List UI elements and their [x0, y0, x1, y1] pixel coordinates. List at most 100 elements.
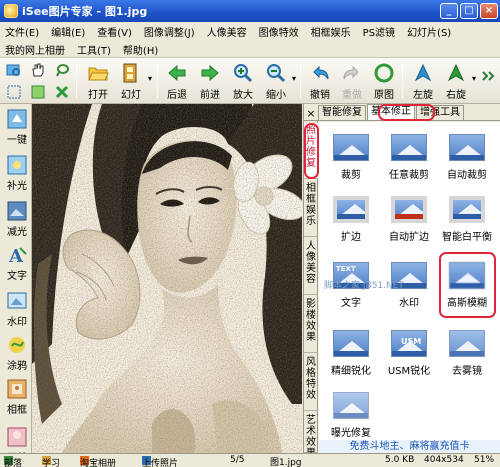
tool-exposure[interactable]: 曝光修复: [323, 392, 379, 439]
menu-tools[interactable]: 工具(T): [77, 42, 111, 57]
open-label: 打开: [88, 90, 108, 101]
rotate-right-button[interactable]: 右旋: [440, 60, 472, 102]
menu-file[interactable]: 文件(E): [5, 24, 39, 39]
menu-slideshow[interactable]: 幻灯片(S): [407, 24, 451, 39]
maximize-button[interactable]: □: [460, 3, 478, 19]
original-button[interactable]: 原图: [368, 60, 400, 102]
promo-link[interactable]: 免费斗地主、麻将赢充值卡: [319, 440, 500, 453]
menu-help[interactable]: 帮助(H): [123, 42, 158, 57]
active-tab-highlight: [378, 104, 435, 121]
tool-watermark-label: 水印: [7, 317, 27, 328]
zoom-in-button[interactable]: 放大: [227, 60, 259, 102]
delete-icon[interactable]: [54, 84, 70, 100]
tool-fine-sharpen[interactable]: 精细锐化: [323, 330, 379, 377]
expand-border-thumb-icon: [333, 196, 369, 223]
rotate-left-label: 左旋: [413, 90, 433, 101]
menu-image-adjust[interactable]: 图像调整(J): [144, 24, 195, 39]
app-window: iSee图片专家 - 图1.jpg _ □ × 文件(E) 编辑(E) 查看(V…: [0, 0, 500, 467]
watermark-overlay: 脚本之家 JB51.NET: [324, 281, 404, 291]
tool-auto-expand-label: 自动扩边: [389, 232, 429, 243]
tool-white-balance[interactable]: 智能白平衡: [439, 196, 495, 243]
zoom-dropdown-icon[interactable]: ▾: [292, 74, 296, 83]
tool-one-click-label: 一键: [7, 135, 27, 146]
undo-label: 撤销: [310, 90, 330, 101]
hand-icon[interactable]: [30, 62, 46, 78]
tool-fill-light[interactable]: 补光: [2, 154, 32, 192]
tool-panel: × 智能修复 基本修正 增强工具 照片修复 相框娱乐 人像美容 影楼效果 风格特…: [303, 104, 500, 459]
tool-dehaze-label: 去雾镜: [452, 366, 482, 377]
status-filename: 图1.jpg: [270, 458, 302, 467]
select-icon[interactable]: [6, 84, 22, 100]
vtab-portrait[interactable]: 人像美容: [304, 239, 318, 295]
auto-crop-thumb-icon: [449, 134, 485, 161]
tool-crop[interactable]: 裁剪: [323, 134, 379, 181]
back-button[interactable]: 后退: [161, 60, 193, 102]
status-filesize: 5.0 KB: [385, 455, 415, 465]
tool-text-label: 文字: [7, 271, 27, 282]
original-label: 原图: [374, 90, 394, 101]
tool-fine-sharpen-label: 精细锐化: [331, 366, 371, 377]
main-toolbar: 打开 幻灯 ▾ 后退 前进 放大 缩小 ▾ 撤销 重做 原图 左旋 右旋 ▾: [0, 58, 500, 104]
tool-dehaze[interactable]: 去雾镜: [439, 330, 495, 377]
window-title: iSee图片专家 - 图1.jpg: [22, 5, 148, 18]
close-button[interactable]: ×: [480, 3, 498, 19]
menu-bar: 文件(E) 编辑(E) 查看(V) 图像调整(J) 人像美容 图像特效 相框娱乐…: [0, 22, 500, 58]
tool-text[interactable]: A 文字: [2, 244, 32, 282]
tool-auto-crop[interactable]: 自动裁剪: [439, 134, 495, 181]
fill-light-icon: [7, 155, 27, 175]
panel-close-button[interactable]: ×: [304, 107, 318, 120]
tool-free-crop[interactable]: 任意裁剪: [381, 134, 437, 181]
status-position: 5/5: [230, 455, 245, 465]
slideshow-button[interactable]: 幻灯: [115, 60, 147, 102]
minimize-button[interactable]: _: [440, 3, 458, 19]
frame-icon: [7, 379, 27, 399]
vtab-frames[interactable]: 相框娱乐: [304, 181, 318, 237]
tool-one-click[interactable]: 一键: [2, 108, 32, 146]
menu-view[interactable]: 查看(V): [97, 24, 132, 39]
tab-smart-repair[interactable]: 智能修复: [318, 105, 366, 120]
crop-icon[interactable]: [30, 84, 46, 100]
crop-thumb-icon: [333, 134, 369, 161]
tool-frame[interactable]: 相框: [2, 378, 32, 416]
circle-icon: [374, 63, 394, 83]
menu-ps-filters[interactable]: PS滤镜: [363, 24, 395, 39]
undo-button[interactable]: 撤销: [304, 60, 336, 102]
menu-web-album[interactable]: 我的网上相册: [5, 42, 65, 57]
forward-label: 前进: [200, 90, 220, 101]
tool-usm-sharpen-label: USM锐化: [387, 366, 431, 377]
tool-watermark[interactable]: 水印: [2, 290, 32, 328]
menu-edit[interactable]: 编辑(E): [51, 24, 85, 39]
tool-auto-crop-label: 自动裁剪: [447, 170, 487, 181]
browse-icon[interactable]: [6, 62, 22, 78]
tool-doodle[interactable]: 涂鸦: [2, 334, 32, 372]
reduce-light-icon: [7, 201, 27, 221]
lasso-icon[interactable]: [54, 62, 70, 78]
vtab-art[interactable]: 艺术效果: [304, 413, 318, 459]
folder-icon: [88, 67, 109, 81]
fine-sharpen-thumb-icon: [333, 330, 369, 357]
open-button[interactable]: 打开: [82, 60, 114, 102]
status-zoom: 51%: [474, 455, 495, 465]
tool-expand-border[interactable]: 扩边: [323, 196, 379, 243]
overflow-icon[interactable]: [480, 68, 496, 84]
redo-button[interactable]: 重做: [336, 60, 368, 102]
zoom-out-button[interactable]: 缩小: [260, 60, 292, 102]
gaussian-blur-highlight: [439, 252, 496, 318]
rotate-dropdown-icon[interactable]: ▾: [472, 74, 476, 83]
rotate-left-button[interactable]: 左旋: [407, 60, 439, 102]
white-balance-thumb-icon: [449, 196, 485, 223]
image-canvas[interactable]: [32, 104, 302, 453]
tool-usm-sharpen[interactable]: USM USM锐化: [381, 330, 437, 377]
zoom-out-label: 缩小: [266, 90, 286, 101]
menu-frames[interactable]: 相框娱乐: [311, 24, 351, 39]
vtab-studio[interactable]: 影楼效果: [304, 297, 318, 353]
menu-portrait[interactable]: 人像美容: [207, 24, 247, 39]
tool-reduce-light[interactable]: 减光: [2, 200, 32, 238]
menu-effects[interactable]: 图像特效: [259, 24, 299, 39]
slideshow-dropdown-icon[interactable]: ▾: [148, 74, 152, 83]
tool-free-crop-label: 任意裁剪: [389, 170, 429, 181]
forward-button[interactable]: 前进: [194, 60, 226, 102]
tool-auto-expand[interactable]: 自动扩边: [381, 196, 437, 243]
vtab-style[interactable]: 风格特效: [304, 355, 318, 411]
doodle-icon: [9, 337, 25, 353]
